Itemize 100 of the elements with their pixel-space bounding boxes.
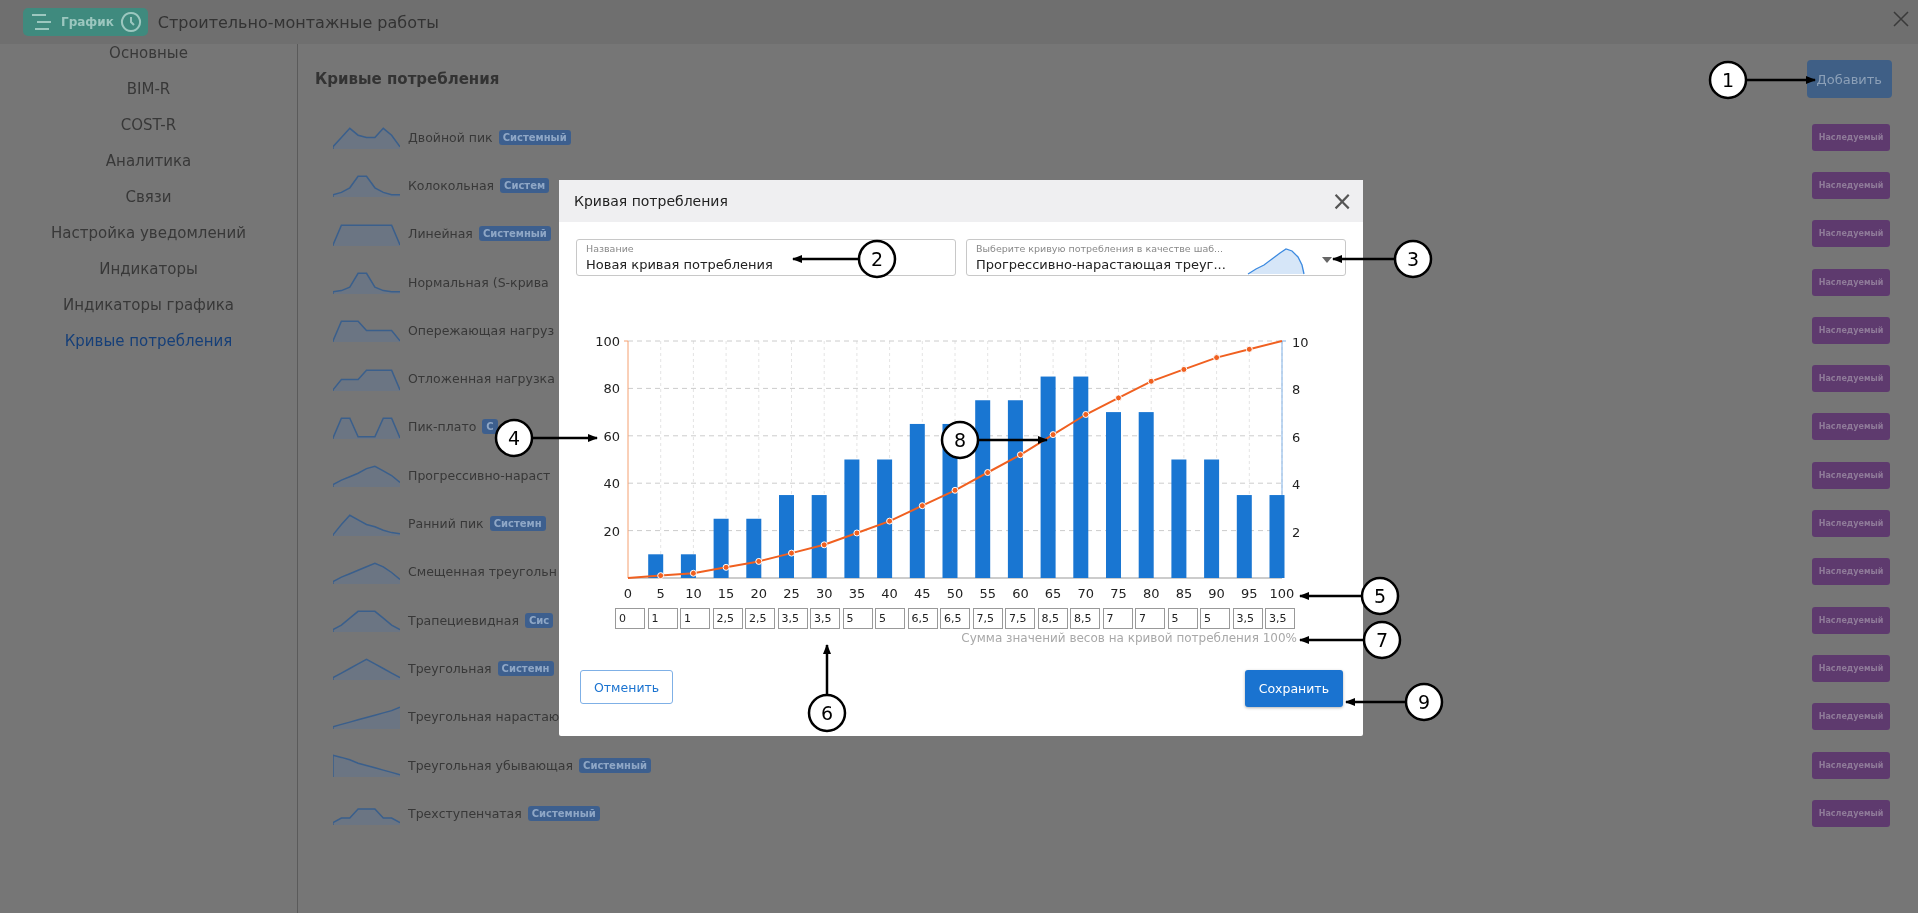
callout-number: 5	[1373, 585, 1387, 607]
sidebar-item[interactable]: Основные	[0, 44, 297, 80]
inherited-button[interactable]: Наследуемый	[1812, 703, 1890, 731]
data-point	[886, 517, 894, 525]
weight-input[interactable]: 7,5	[1005, 608, 1035, 629]
system-badge: С	[482, 419, 498, 435]
weight-input[interactable]: 3,5	[1265, 608, 1295, 629]
data-point	[1180, 365, 1188, 373]
axis-tick-label: 40	[881, 586, 898, 601]
axis-tick-label: 100	[1269, 586, 1295, 601]
curve-name[interactable]: Смещенная треугольн	[408, 564, 557, 580]
curve-name[interactable]: Нормальная (S-крива	[408, 274, 549, 290]
curve-shape-icon	[333, 124, 400, 151]
weight-input[interactable]: 2,5	[712, 608, 743, 629]
weight-input[interactable]: 6,5	[940, 608, 970, 629]
callout-arrow	[1299, 592, 1362, 600]
inherited-button[interactable]: Наследуемый	[1812, 510, 1890, 537]
callout-arrow	[1746, 76, 1816, 84]
axis-tick-label: 60	[1012, 586, 1029, 601]
callout-circle	[857, 239, 897, 279]
sidebar-item[interactable]: Аналитика	[0, 152, 297, 188]
inherited-button[interactable]: Наследуемый	[1812, 268, 1890, 296]
weight-input[interactable]: 5	[875, 608, 905, 629]
curve-name[interactable]: Пик-плато	[408, 419, 477, 435]
weight-input[interactable]: 3,5	[810, 608, 840, 629]
inherited-button[interactable]: Наследуемый	[1812, 606, 1890, 634]
add-button[interactable]: Добавить	[1806, 60, 1892, 98]
inherited-button[interactable]: Наследуемый	[1812, 461, 1890, 489]
curve-name[interactable]: Ранний пик	[408, 516, 484, 531]
callout-circle	[1404, 682, 1444, 722]
sidebar-item[interactable]: Индикаторы	[0, 260, 297, 296]
sidebar-item[interactable]: BIM-R	[0, 80, 297, 116]
weight-input[interactable]: 1	[647, 608, 678, 629]
curve-name[interactable]: Треугольная убывающая	[408, 757, 574, 773]
axis-tick-label: 40	[603, 476, 620, 492]
weight-input[interactable]: 5	[842, 608, 873, 629]
weight-input[interactable]: 2,5	[745, 608, 775, 629]
axis-tick-label: 85	[1175, 586, 1193, 601]
inherited-button[interactable]: Наследуемый	[1812, 654, 1890, 682]
system-badge: Системн	[497, 660, 554, 676]
curve-name[interactable]: Треугольная нарастаю	[408, 709, 560, 725]
curve-name[interactable]: Опережающая нагруз	[408, 322, 555, 338]
inherited-button[interactable]: Наследуемый	[1812, 220, 1890, 248]
data-point	[820, 541, 828, 549]
curve-name[interactable]: Двойной пик	[408, 129, 493, 145]
weight-input[interactable]: 3,5	[1232, 608, 1263, 629]
sidebar-item[interactable]: Кривые потребления	[0, 332, 297, 368]
inherited-button[interactable]: Наследуемый	[1812, 751, 1890, 779]
axis-tick-label: 25	[783, 586, 800, 601]
curve-name[interactable]: Трехступенчатая	[408, 805, 522, 821]
axis-tick-label: 10	[685, 586, 702, 601]
curve-name[interactable]: Треугольная	[408, 660, 492, 676]
weight-bar	[746, 518, 762, 578]
sidebar-item[interactable]: COST-R	[0, 116, 297, 152]
inherited-button[interactable]: Наследуемый	[1812, 316, 1890, 344]
weight-input[interactable]: 5	[1167, 608, 1198, 629]
inherited-button[interactable]: Наследуемый	[1812, 171, 1890, 199]
weight-input[interactable]: 1	[680, 608, 710, 629]
template-select[interactable]: Выберите кривую потребления в качестве шаб... Прогрессивно-нарастающая треуг...	[966, 239, 1346, 276]
system-badge: Системн	[489, 516, 546, 531]
data-point	[788, 549, 795, 557]
curve-shape-icon	[333, 655, 400, 682]
close-button[interactable]: ×	[1331, 188, 1353, 214]
weight-input[interactable]: 7,5	[972, 608, 1003, 629]
cancel-button[interactable]: Отменить	[580, 670, 674, 704]
weight-input[interactable]: 7	[1102, 608, 1133, 629]
curve-name[interactable]: Отложенная нагрузка	[408, 371, 555, 387]
curve-name[interactable]: Прогрессивно-нараст	[408, 467, 551, 483]
axis-tick-label: 8	[1292, 382, 1301, 398]
inherited-button[interactable]: Наследуемый	[1812, 365, 1890, 393]
curve-name[interactable]: Колокольная	[408, 177, 495, 193]
axis-tick-label: 20	[750, 586, 768, 601]
inherited-button[interactable]: Наследуемый	[1812, 799, 1890, 827]
weight-input[interactable]: 8,5	[1037, 608, 1068, 629]
curve-name[interactable]: Трапециевидная	[408, 612, 519, 628]
weight-input[interactable]: 3,5	[777, 608, 808, 629]
caret-icon[interactable]	[1322, 256, 1332, 263]
data-point	[1049, 431, 1057, 439]
weight-input[interactable]: 6,5	[907, 608, 938, 629]
sidebar-item[interactable]: Настройка уведомлений	[0, 224, 297, 260]
axis-tick-label: 45	[914, 586, 931, 601]
callout-arrow	[1299, 636, 1364, 644]
weight-input[interactable]: 5	[1200, 608, 1230, 629]
curve-name[interactable]: Линейная	[408, 226, 473, 242]
sidebar-item[interactable]: Связи	[0, 188, 297, 224]
callout-number: 3	[1406, 248, 1420, 270]
axis-tick-label: 15	[717, 586, 735, 601]
inherited-button[interactable]: Наследуемый	[1812, 413, 1890, 441]
inherited-button[interactable]: Наследуемый	[1812, 123, 1890, 151]
axis-tick-label: 65	[1044, 586, 1062, 601]
inherited-button[interactable]: Наследуемый	[1812, 558, 1890, 586]
axis-tick-label: 20	[603, 523, 620, 539]
schedule-button[interactable]: График	[23, 8, 148, 36]
field-label: Название	[586, 243, 634, 254]
weight-input[interactable]: 7	[1135, 608, 1165, 629]
save-button[interactable]: Сохранить	[1244, 670, 1343, 707]
weight-input[interactable]: 0	[615, 608, 645, 629]
system-badge: Сис	[524, 612, 554, 628]
weight-input[interactable]: 8,5	[1070, 608, 1100, 629]
sidebar-item[interactable]: Индикаторы графика	[0, 296, 297, 332]
